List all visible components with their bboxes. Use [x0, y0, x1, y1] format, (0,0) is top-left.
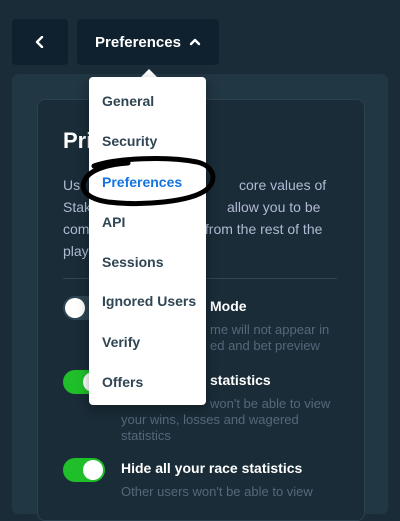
setting-desc: won't be able to view — [210, 396, 331, 411]
dropdown-item-verify[interactable]: Verify — [102, 334, 140, 350]
back-button[interactable] — [12, 19, 68, 65]
dropdown-arrow — [141, 69, 157, 77]
desc-fragment: com — [63, 221, 90, 237]
preferences-dropdown: General Security Preferences API Session… — [89, 77, 206, 405]
desc-fragment: s from the rest of the — [194, 221, 323, 237]
setting-title: Hide all your race statistics — [121, 460, 303, 476]
dropdown-item-sessions[interactable]: Sessions — [102, 254, 163, 270]
desc-fragment: Us — [63, 177, 81, 193]
setting-desc: your wins, losses and wagered — [121, 412, 299, 427]
setting-desc: Other users won't be able to view — [121, 484, 313, 499]
toggle-knob — [65, 298, 85, 318]
desc-fragment: play — [63, 243, 89, 259]
desc-fragment: allow you to be — [227, 199, 321, 215]
toggle-switch[interactable] — [63, 458, 105, 482]
setting-title: Mode — [210, 298, 247, 314]
dropdown-item-general[interactable]: General — [102, 93, 154, 109]
chevron-left-icon — [35, 36, 44, 48]
desc-fragment: Stak — [63, 199, 92, 215]
menu-button-label: Preferences — [95, 33, 181, 51]
dropdown-item-ignored-users[interactable]: Ignored Users — [102, 293, 196, 309]
chevron-up-icon — [189, 38, 201, 46]
desc-fragment: core values of — [239, 177, 327, 193]
setting-desc: ed and bet preview — [210, 338, 320, 353]
setting-desc: statistics — [121, 428, 171, 443]
dropdown-item-security[interactable]: Security — [102, 133, 157, 149]
top-bar: Preferences — [0, 0, 400, 74]
dropdown-item-preferences[interactable]: Preferences — [102, 174, 182, 190]
setting-desc: me will not appear in — [210, 322, 330, 337]
toggle-knob — [83, 460, 103, 480]
preferences-menu-button[interactable]: Preferences — [77, 19, 219, 65]
dropdown-item-api[interactable]: API — [102, 214, 125, 230]
setting-title: statistics — [210, 372, 271, 388]
dropdown-item-offers[interactable]: Offers — [102, 374, 143, 390]
